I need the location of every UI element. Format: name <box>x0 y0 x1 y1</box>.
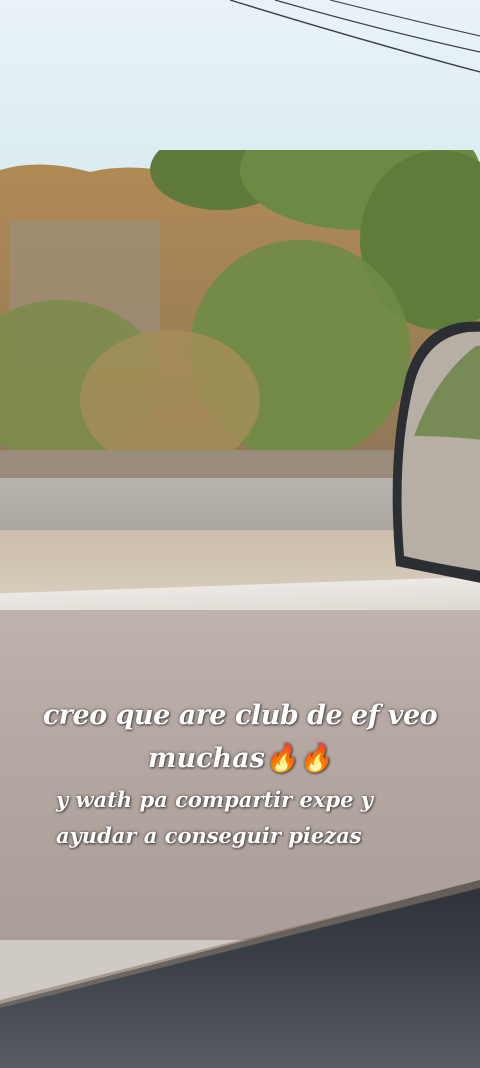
roadside-video-frame <box>0 0 480 1068</box>
caption-line-1: creo que are club de ef veo <box>42 700 438 731</box>
caption-line-4: ayudar a conseguir piezas <box>56 823 362 848</box>
caption-line-3: y wath pa compartir expe y <box>56 787 373 812</box>
fire-emoji-icon: 🔥🔥 <box>264 743 333 774</box>
caption-line-2-text: muchas <box>147 743 265 774</box>
power-lines <box>229 0 480 73</box>
side-mirror <box>392 321 480 583</box>
near-road-lane <box>0 610 480 940</box>
caption-line-2: muchas🔥🔥 <box>0 742 480 774</box>
